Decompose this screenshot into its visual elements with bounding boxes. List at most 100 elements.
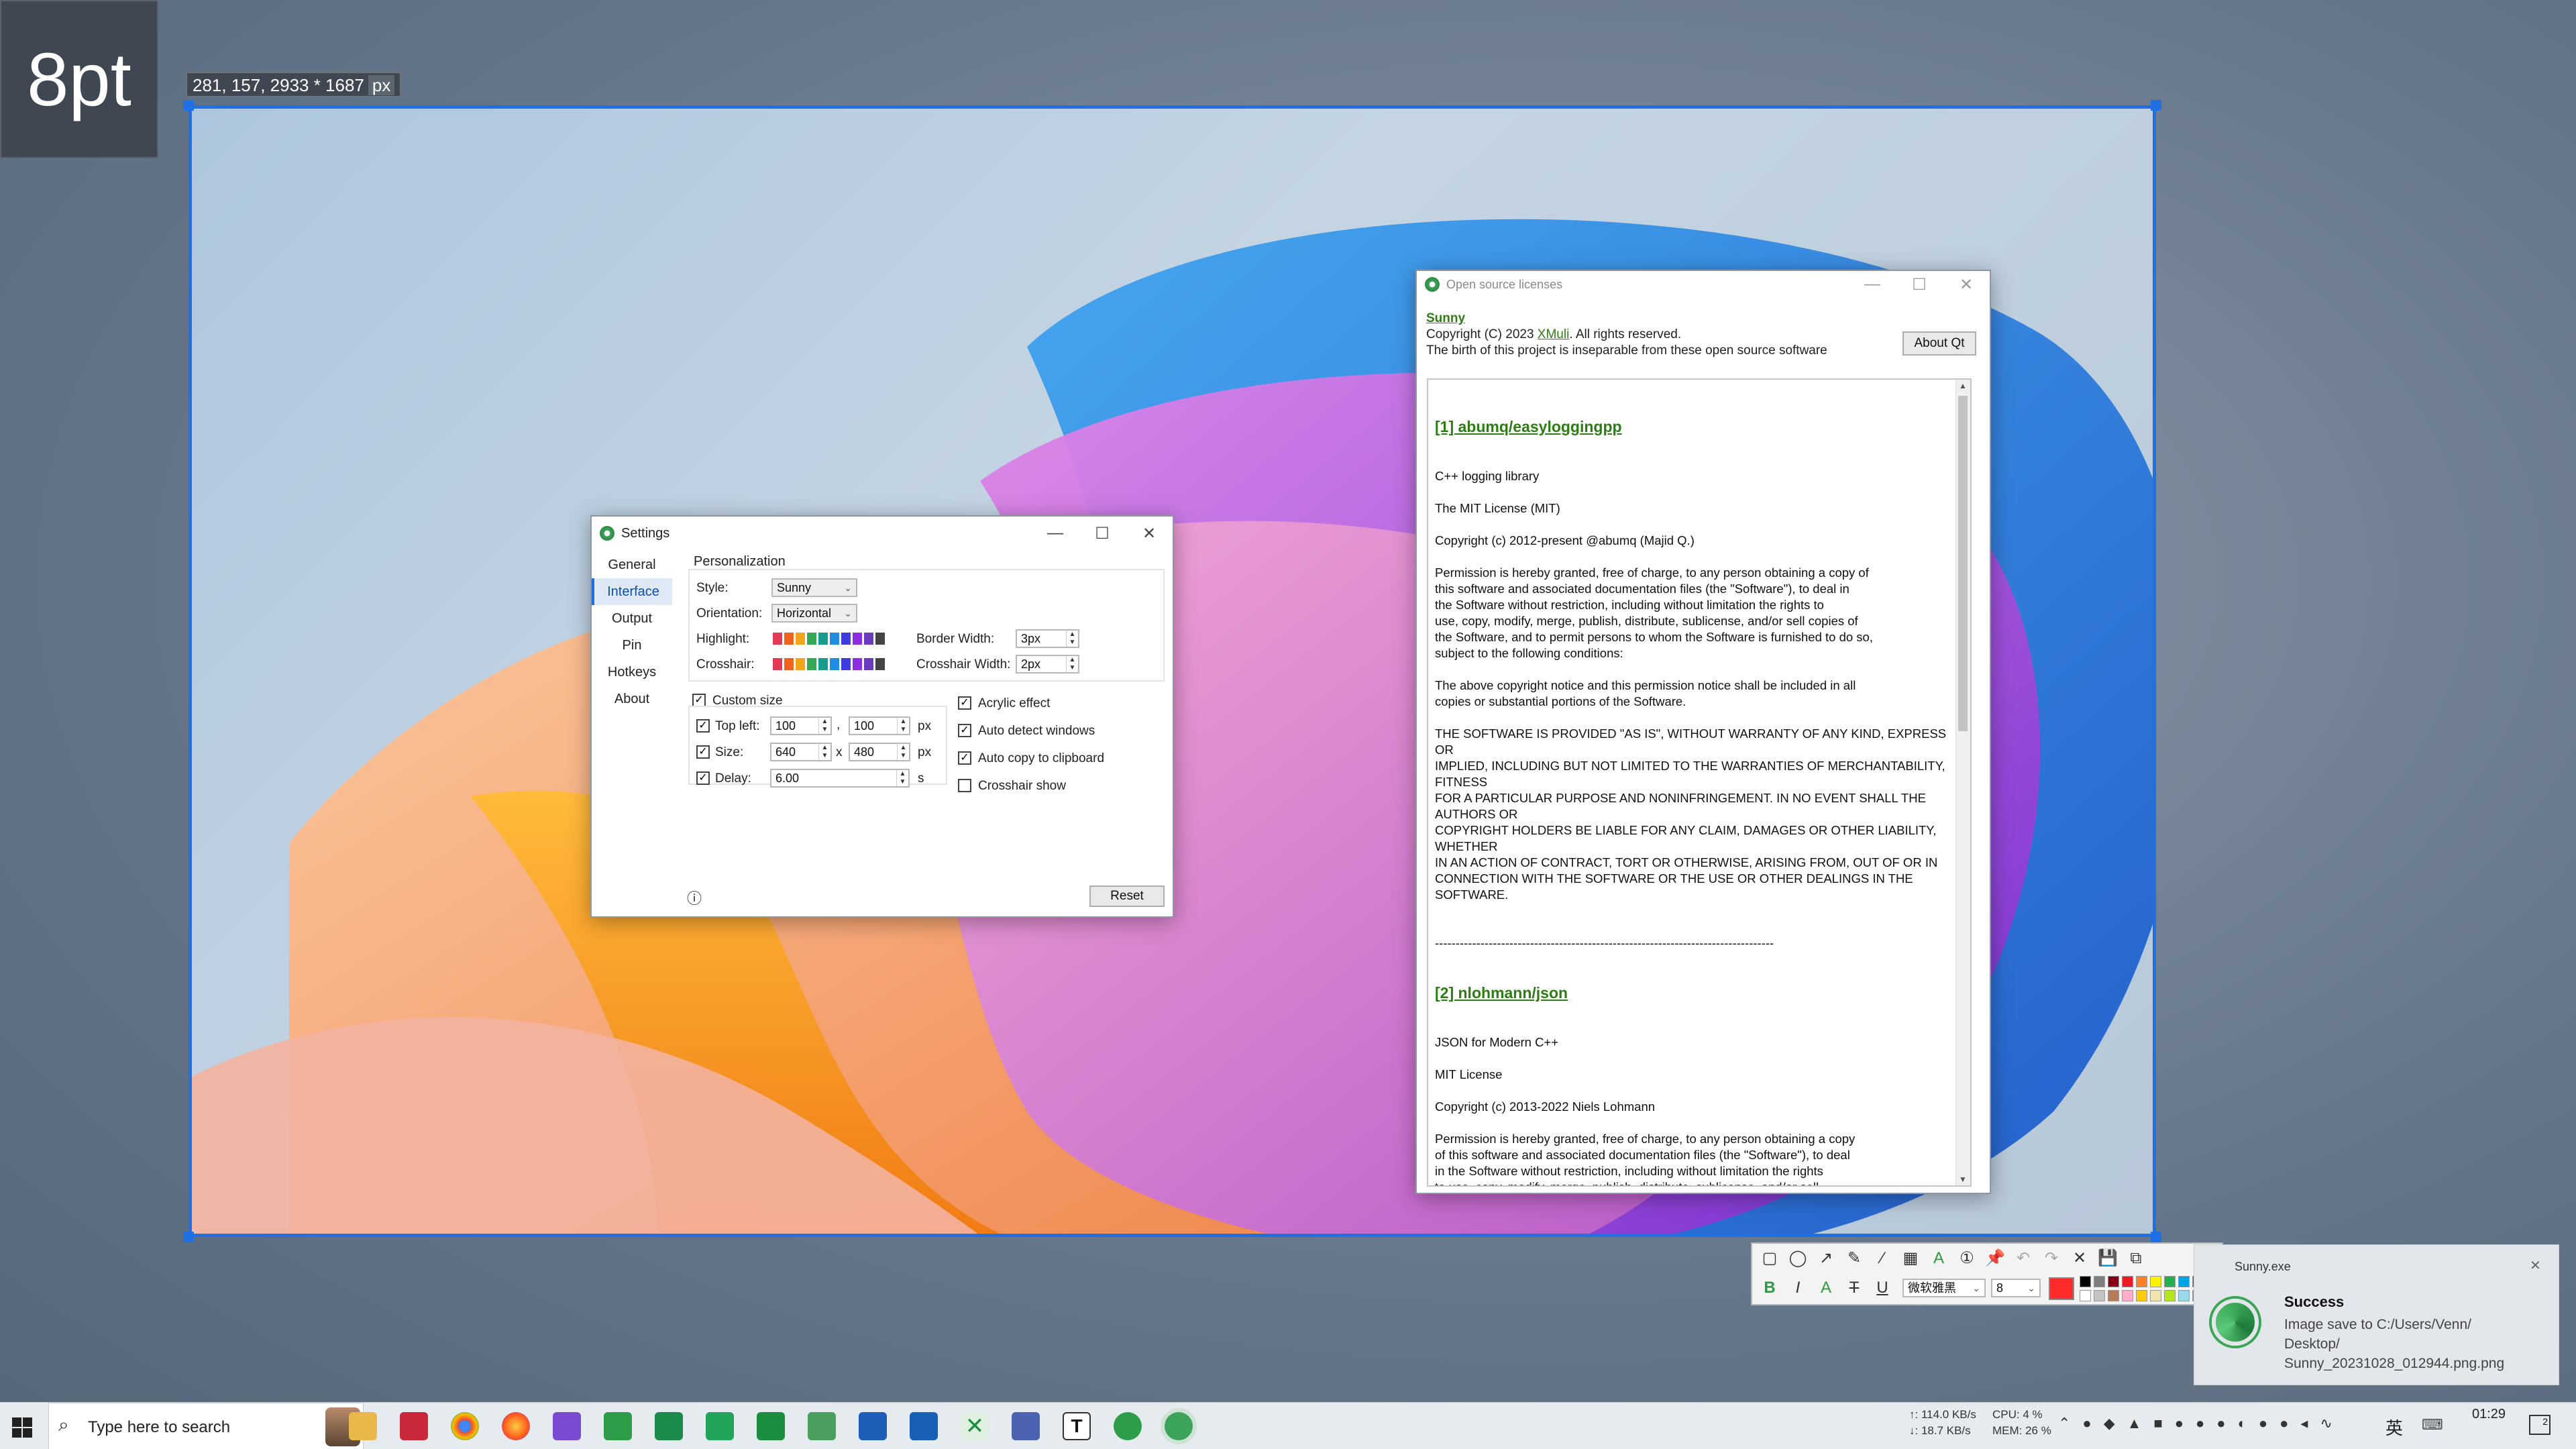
info-icon[interactable]: ⓘ (687, 887, 702, 908)
excel-icon[interactable] (655, 1412, 683, 1440)
font-size-select[interactable]: 8 ⌄ (1991, 1279, 2041, 1297)
palette-color[interactable] (2164, 1290, 2176, 1301)
about-qt-button[interactable]: About Qt (1902, 331, 1976, 356)
custom-size-checkbox[interactable]: ✓ (692, 694, 706, 707)
color-swatch[interactable] (784, 657, 794, 670)
italic-icon[interactable]: I (1787, 1277, 1809, 1299)
close-button[interactable]: ✕ (1943, 271, 1990, 298)
maximize-button[interactable]: ☐ (1896, 271, 1943, 298)
save-icon[interactable]: 💾 (2097, 1248, 2118, 1269)
windows-start-icon[interactable] (12, 1417, 32, 1438)
copy-icon[interactable]: ⧉ (2125, 1248, 2147, 1269)
serial-number-tool-icon[interactable]: ① (1956, 1248, 1978, 1269)
acrylic-checkbox[interactable]: ✓ (958, 696, 971, 710)
maximize-button[interactable]: ☐ (1079, 517, 1126, 550)
author-link[interactable]: XMuli (1538, 327, 1570, 341)
rectangle-tool-icon[interactable]: ▢ (1759, 1248, 1780, 1269)
nav-interface[interactable]: Interface (592, 578, 672, 605)
auto-copy-checkbox[interactable]: ✓ (958, 751, 971, 765)
palette-color[interactable] (2094, 1276, 2105, 1287)
color-swatch[interactable] (807, 632, 816, 645)
sunny-taskbar-icon[interactable] (1165, 1412, 1193, 1440)
pin-icon[interactable]: 📌 (1984, 1248, 2006, 1269)
crosshair-width-spin[interactable]: 2px ▲ ▼ (1016, 655, 1079, 674)
underline-icon[interactable]: U (1872, 1277, 1893, 1299)
license-heading[interactable]: [2] nlohmann/json (1435, 983, 1951, 1002)
marker-tool-icon[interactable]: ⁄ (1872, 1248, 1893, 1269)
nav-about[interactable]: About (592, 686, 672, 712)
size-w-spin[interactable]: 640 ▲ ▼ (770, 743, 832, 761)
mosaic-tool-icon[interactable]: ▦ (1900, 1248, 1921, 1269)
size-checkbox[interactable]: ✓ (696, 745, 710, 759)
resize-handle-bl[interactable] (183, 1232, 194, 1242)
cancel-icon[interactable]: ✕ (2069, 1248, 2090, 1269)
resize-handle-tr[interactable] (2151, 100, 2161, 111)
top-left-checkbox[interactable]: ✓ (696, 719, 710, 733)
nav-hotkeys[interactable]: Hotkeys (592, 659, 672, 686)
app-green2-icon[interactable] (757, 1412, 785, 1440)
close-button[interactable]: ✕ (1126, 517, 1173, 550)
nav-output[interactable]: Output (592, 605, 672, 632)
scrollbar-thumb[interactable] (1958, 396, 1968, 731)
reset-button[interactable]: Reset (1089, 885, 1165, 907)
color-swatch[interactable] (784, 632, 794, 645)
licenses-scrollbar[interactable]: ▲ ▼ (1955, 380, 1970, 1185)
clock[interactable]: 01:29 (2469, 1407, 2509, 1422)
app-name-link[interactable]: Sunny (1426, 311, 1465, 326)
color-swatch[interactable] (853, 657, 862, 670)
spin-arrows-icon[interactable]: ▲ ▼ (1066, 656, 1078, 672)
palette-color[interactable] (2108, 1276, 2119, 1287)
spin-arrows-icon[interactable]: ▲ ▼ (818, 744, 830, 760)
palette-color[interactable] (2108, 1290, 2119, 1301)
keyboard-icon[interactable]: ⌨ (2422, 1416, 2443, 1434)
top-left-y-spin[interactable]: 100 ▲ ▼ (849, 716, 910, 735)
size-h-spin[interactable]: 480 ▲ ▼ (849, 743, 910, 761)
undo-icon[interactable]: ↶ (2012, 1248, 2034, 1269)
palette-color[interactable] (2080, 1276, 2091, 1287)
app-red-icon[interactable] (400, 1412, 428, 1440)
crosshair-show-checkbox[interactable] (958, 779, 971, 792)
delay-checkbox[interactable]: ✓ (696, 771, 710, 785)
resize-handle-br[interactable] (2151, 1232, 2161, 1242)
top-left-x-spin[interactable]: 100 ▲ ▼ (770, 716, 832, 735)
typora-icon[interactable]: T (1063, 1412, 1091, 1440)
spin-arrows-icon[interactable]: ▲ ▼ (1066, 631, 1078, 647)
palette-color[interactable] (2164, 1276, 2176, 1287)
color-swatch[interactable] (773, 632, 782, 645)
notification-toast[interactable]: Sunny.exe ✕ Success Image save to C:/Use… (2194, 1244, 2559, 1385)
border-width-spin[interactable]: 3px ▲ ▼ (1016, 629, 1079, 648)
delay-spin[interactable]: 6.00 ▲ ▼ (770, 769, 910, 788)
color-swatch[interactable] (875, 657, 885, 670)
crosshair-swatches[interactable] (771, 656, 887, 672)
nav-general[interactable]: General (592, 551, 672, 578)
licenses-titlebar[interactable]: Open source licenses — ☐ ✕ (1417, 271, 1990, 298)
palette-color[interactable] (2136, 1290, 2147, 1301)
color-swatch[interactable] (864, 657, 873, 670)
visual-studio-icon[interactable] (553, 1412, 581, 1440)
notepad-icon[interactable] (808, 1412, 836, 1440)
scroll-up-icon[interactable]: ▲ (1959, 381, 1967, 390)
app-blue-icon[interactable] (910, 1412, 938, 1440)
xmind-icon[interactable]: ✕ (961, 1412, 989, 1440)
nav-pin[interactable]: Pin (592, 632, 672, 659)
color-swatch[interactable] (830, 632, 839, 645)
palette-color[interactable] (2122, 1290, 2133, 1301)
text-tool-icon[interactable]: A (1928, 1248, 1949, 1269)
color-swatch[interactable] (796, 632, 805, 645)
ellipse-tool-icon[interactable]: ◯ (1787, 1248, 1809, 1269)
color-swatch[interactable] (818, 657, 828, 670)
bold-icon[interactable]: B (1759, 1277, 1780, 1299)
licenses-text-area[interactable]: [1] abumq/easyloggingpp C++ logging libr… (1427, 378, 1972, 1187)
auto-detect-checkbox[interactable]: ✓ (958, 724, 971, 737)
style-select[interactable]: Sunny ⌄ (771, 578, 857, 597)
chrome-icon[interactable] (451, 1412, 479, 1440)
app-green-icon[interactable] (604, 1412, 632, 1440)
color-swatch[interactable] (841, 657, 851, 670)
palette-color[interactable] (2136, 1276, 2147, 1287)
palette-color[interactable] (2178, 1290, 2190, 1301)
color-swatch[interactable] (853, 632, 862, 645)
license-heading[interactable]: [1] abumq/easyloggingpp (1435, 417, 1951, 436)
minimize-button[interactable]: — (1032, 517, 1079, 550)
ime-indicator[interactable]: 英 (2385, 1415, 2403, 1440)
color-swatch[interactable] (864, 632, 873, 645)
